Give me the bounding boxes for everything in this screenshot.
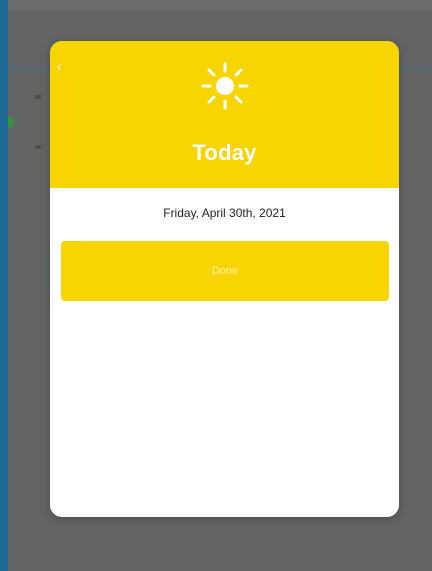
date-text: Friday, April 30th, 2021	[163, 206, 286, 220]
background-text	[35, 95, 41, 99]
chevron-left-icon[interactable]: ‹	[57, 59, 67, 73]
modal-title: Today	[192, 140, 257, 165]
today-modal: ‹ Today Friday, April 30th, 2021 Done	[50, 41, 399, 517]
done-button-label: Done	[211, 265, 239, 277]
modal-header: ‹ Today	[50, 41, 399, 188]
background-top-bar	[8, 0, 432, 10]
done-button[interactable]: Done	[61, 241, 389, 301]
device-screen: ‹ Today Friday, April 30th, 2021 Done	[8, 0, 432, 571]
sun-icon	[201, 62, 249, 110]
background-text	[35, 145, 41, 149]
